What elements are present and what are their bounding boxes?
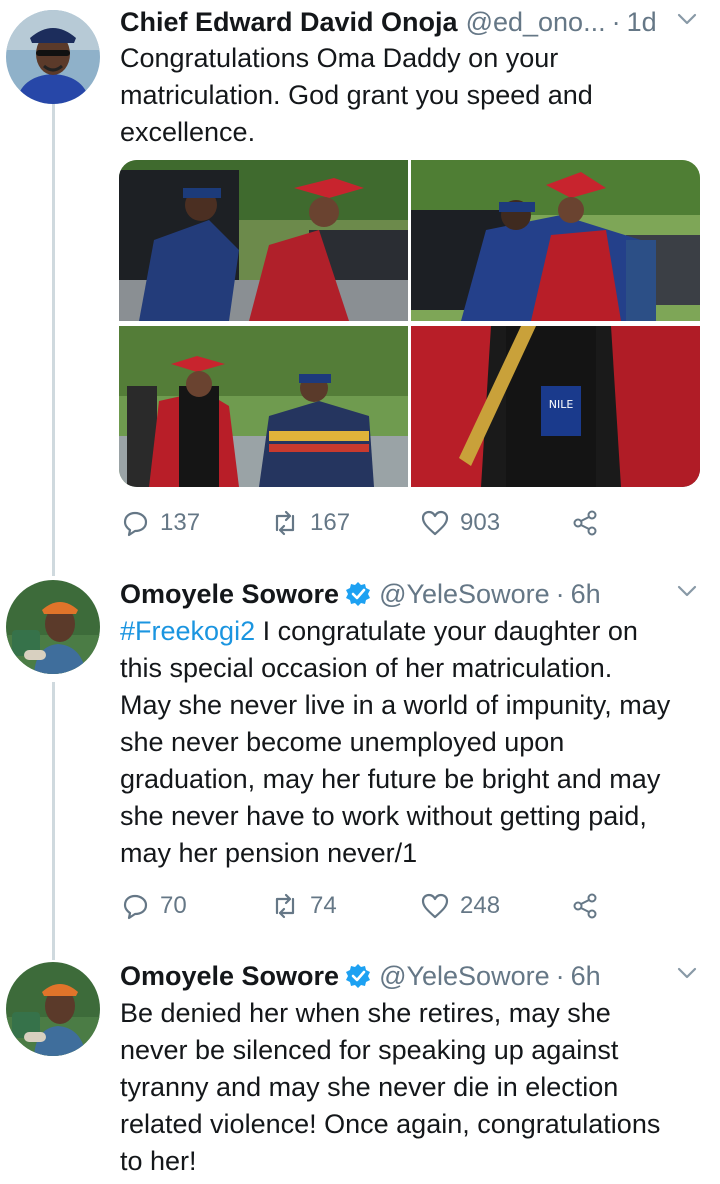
retweet-button[interactable]: 167: [270, 508, 350, 538]
timestamp[interactable]: 1d: [627, 7, 657, 38]
avatar[interactable]: [6, 580, 100, 674]
author-name[interactable]: Omoyele Sowore: [120, 579, 339, 610]
author-handle[interactable]: @YeleSowore: [379, 579, 550, 610]
chevron-down-icon[interactable]: [674, 6, 700, 32]
separator-dot: ·: [555, 960, 565, 991]
avatar-photo-onoja: [6, 10, 100, 104]
tweet-header: Omoyele Sowore @YeleSowore · 6h: [120, 956, 700, 996]
verified-badge-icon: [345, 963, 371, 989]
author-name[interactable]: Chief Edward David Onoja: [120, 7, 458, 38]
photo-3[interactable]: [119, 326, 408, 487]
retweet-count: 167: [310, 509, 351, 536]
heart-icon: [421, 510, 449, 536]
photo-4[interactable]: NILE: [411, 326, 700, 487]
tweet-header: Omoyele Sowore @YeleSowore · 6h: [120, 574, 700, 614]
share-button[interactable]: [570, 891, 600, 921]
media-grid[interactable]: NILE: [119, 160, 700, 487]
photo-1[interactable]: [119, 160, 408, 321]
reply-count: 70: [160, 892, 187, 919]
separator-dot: ·: [611, 6, 621, 37]
reply-button[interactable]: 70: [120, 891, 187, 921]
avatar-photo-sowore: [6, 962, 100, 1056]
like-button[interactable]: 248: [420, 891, 500, 921]
like-button[interactable]: 903: [420, 508, 500, 538]
share-button[interactable]: [570, 508, 600, 538]
reply-icon: [123, 894, 148, 920]
verified-badge-icon: [345, 581, 371, 607]
like-count: 248: [460, 892, 501, 919]
author-handle[interactable]: @YeleSowore: [379, 961, 550, 992]
share-icon: [573, 510, 597, 536]
reply-button[interactable]: 137: [120, 508, 200, 538]
timestamp[interactable]: 6h: [571, 961, 601, 992]
tweet-text: Be denied her when she retires, may she …: [120, 998, 661, 1176]
chevron-down-icon[interactable]: [674, 578, 700, 604]
avatar-photo-sowore: [6, 580, 100, 674]
avatar[interactable]: [6, 962, 100, 1056]
tweet-header: Chief Edward David Onoja @ed_ono... · 1d: [120, 2, 700, 42]
timestamp[interactable]: 6h: [571, 579, 601, 610]
retweet-button[interactable]: 74: [270, 891, 337, 921]
hashtag-link[interactable]: #Freekogi2: [120, 616, 255, 646]
reply-icon: [123, 511, 148, 537]
heart-icon: [421, 893, 449, 919]
chevron-down-icon[interactable]: [674, 960, 700, 986]
author-name[interactable]: Omoyele Sowore: [120, 961, 339, 992]
retweet-icon: [275, 893, 295, 919]
photo-2[interactable]: [411, 160, 700, 321]
author-handle[interactable]: @ed_ono...: [466, 7, 606, 38]
like-count: 903: [460, 509, 501, 536]
share-icon: [573, 893, 597, 919]
avatar[interactable]: [6, 10, 100, 104]
tweet-body: I congratulate your daughter on this spe…: [120, 616, 671, 868]
thread-line-1: [52, 104, 55, 576]
retweet-icon: [275, 510, 295, 536]
reply-count: 137: [160, 509, 201, 536]
tweet-text: #Freekogi2 I congratulate your daughter …: [120, 613, 710, 872]
thread-line-2: [52, 682, 55, 960]
badge-text: NILE: [549, 398, 574, 411]
retweet-count: 74: [310, 892, 337, 919]
tweet-text: Congratulations Oma Daddy on your matric…: [120, 43, 593, 147]
separator-dot: ·: [555, 578, 565, 609]
